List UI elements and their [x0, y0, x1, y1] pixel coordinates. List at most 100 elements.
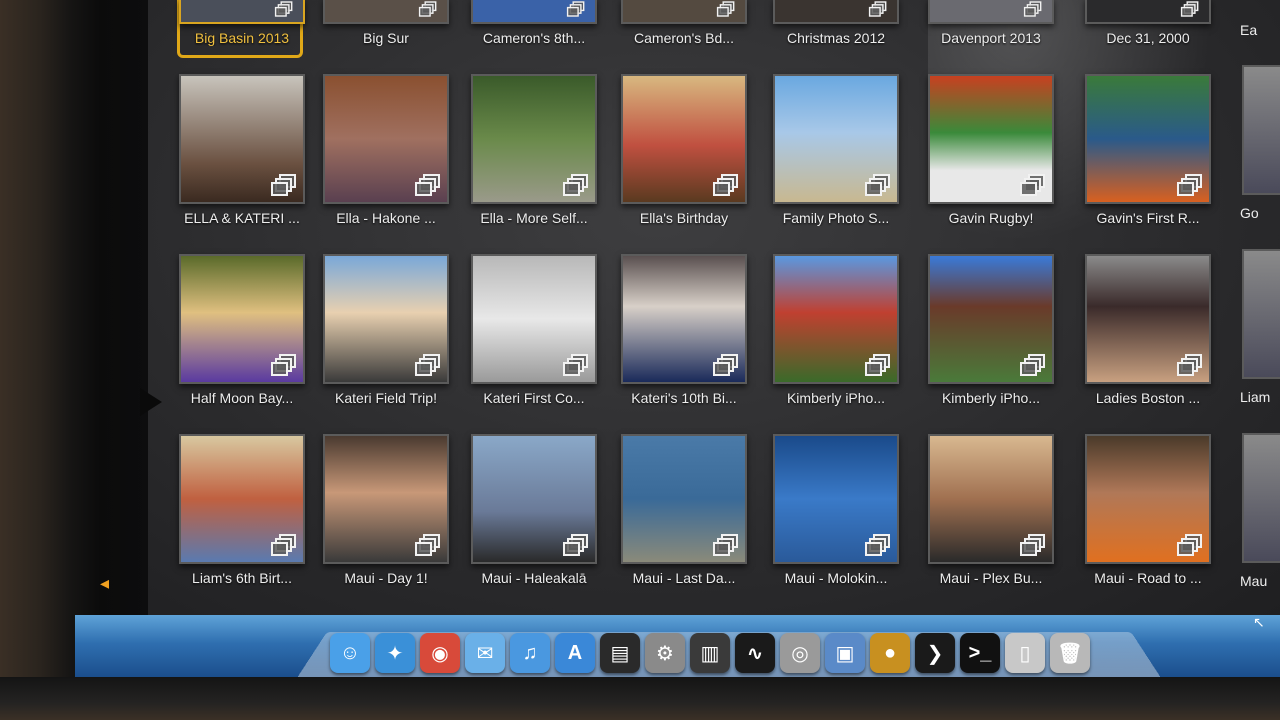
album-thumbnail-partial[interactable] [1242, 433, 1280, 563]
album-title: Maui - Last Da... [632, 570, 736, 586]
album-thumbnail[interactable] [773, 0, 899, 24]
app-store-icon[interactable]: A [555, 633, 595, 673]
album-tile[interactable]: Cameron's 8th... [471, 0, 597, 46]
album-tile[interactable]: Liam's 6th Birt... [179, 434, 305, 586]
album-title: Gavin's First R... [1096, 210, 1200, 226]
album-tile[interactable]: Ella - More Self... [471, 74, 597, 226]
album-tile[interactable]: Family Photo S... [773, 74, 899, 226]
album-title: Maui - Plex Bu... [939, 570, 1043, 586]
chrome-icon[interactable]: ◉ [420, 633, 460, 673]
messages-icon[interactable]: ✉ [465, 633, 505, 673]
photo-stack-icon [418, 1, 437, 17]
plex-media-icon[interactable]: ❯ [915, 633, 955, 673]
album-thumbnail[interactable] [179, 434, 305, 564]
album-thumbnail[interactable] [471, 434, 597, 564]
album-thumbnail[interactable] [1085, 434, 1211, 564]
finder-icon[interactable]: ☺ [330, 633, 370, 673]
console-icon[interactable]: ▤ [600, 633, 640, 673]
photo-stack-icon [1180, 1, 1199, 17]
album-tile[interactable]: Half Moon Bay... [179, 254, 305, 406]
album-tile[interactable]: Davenport 2013 [928, 0, 1054, 46]
photo-stack-icon [563, 354, 589, 376]
photo-albums-grid: Big Basin 2013 Big Sur Cameron's 8th... Cam… [148, 0, 1280, 615]
album-tile[interactable]: Kimberly iPho... [773, 254, 899, 406]
album-tile[interactable]: Maui - Haleakalā [471, 434, 597, 586]
monitor-bezel-left [0, 0, 150, 690]
album-thumbnail[interactable] [471, 0, 597, 24]
album-tile[interactable]: Kateri Field Trip! [323, 254, 449, 406]
album-thumbnail[interactable] [621, 0, 747, 24]
system-preferences-icon[interactable]: ⚙ [645, 633, 685, 673]
photo-stack-icon [274, 1, 293, 17]
plex-icon[interactable]: ● [870, 633, 910, 673]
album-thumbnail[interactable] [1085, 74, 1211, 204]
album-thumbnail[interactable] [621, 254, 747, 384]
photo-stack-icon [415, 534, 441, 556]
album-tile[interactable]: Maui - Last Da... [621, 434, 747, 586]
documents-stack-icon[interactable]: ▯ [1005, 633, 1045, 673]
album-tile[interactable]: Maui - Road to ... [1085, 434, 1211, 586]
album-tile[interactable]: Kateri First Co... [471, 254, 597, 406]
album-title: Ella's Birthday [639, 210, 729, 226]
album-thumbnail[interactable] [928, 74, 1054, 204]
album-title: ELLA & KATERI ... [184, 210, 300, 226]
album-thumbnail[interactable] [323, 0, 449, 24]
album-tile[interactable]: Cameron's Bd... [621, 0, 747, 46]
album-thumbnail[interactable] [179, 0, 305, 24]
album-thumbnail[interactable] [179, 74, 305, 204]
album-tile[interactable]: Maui - Molokin... [773, 434, 899, 586]
album-tile[interactable]: Christmas 2012 [773, 0, 899, 46]
album-thumbnail[interactable] [323, 254, 449, 384]
album-tile[interactable]: Maui - Plex Bu... [928, 434, 1054, 586]
itunes-icon[interactable]: ♫ [510, 633, 550, 673]
safari-icon[interactable]: ✦ [375, 633, 415, 673]
keyboard-icon[interactable]: ▥ [690, 633, 730, 673]
album-thumbnail[interactable] [471, 74, 597, 204]
album-tile[interactable]: ELLA & KATERI ... [179, 74, 305, 226]
album-tile[interactable]: Dec 31, 2000 [1085, 0, 1211, 46]
album-tile[interactable]: Big Sur [323, 0, 449, 46]
album-thumbnail[interactable] [323, 434, 449, 564]
album-thumbnail[interactable] [323, 74, 449, 204]
sidebar-tab-handle[interactable] [140, 388, 162, 416]
album-tile[interactable]: Ella - Hakone ... [323, 74, 449, 226]
album-thumbnail-partial[interactable] [1242, 249, 1280, 379]
album-thumbnail[interactable] [773, 254, 899, 384]
album-thumbnail[interactable] [928, 0, 1054, 24]
disk-utility-icon[interactable]: ◎ [780, 633, 820, 673]
album-tile[interactable]: Gavin's First R... [1085, 74, 1211, 226]
preview-icon[interactable]: ▣ [825, 633, 865, 673]
album-tile[interactable]: Kimberly iPho... [928, 254, 1054, 406]
album-thumbnail[interactable] [621, 74, 747, 204]
album-title: Kateri Field Trip! [335, 390, 437, 406]
monitor-bezel-bottom [0, 677, 1280, 720]
back-arrow-icon[interactable]: ◂ [100, 573, 109, 594]
album-title-partial: Mau [1240, 573, 1268, 589]
album-title: Liam's 6th Birt... [192, 570, 292, 586]
album-thumbnail[interactable] [928, 254, 1054, 384]
album-tile[interactable]: Ladies Boston ... [1085, 254, 1211, 406]
terminal-icon[interactable]: >_ [960, 633, 1000, 673]
photo-stack-icon [271, 534, 297, 556]
album-thumbnail[interactable] [928, 434, 1054, 564]
album-tile[interactable]: Big Basin 2013 [179, 0, 305, 46]
album-tile[interactable]: Kateri's 10th Bi... [621, 254, 747, 406]
album-thumbnail[interactable] [179, 254, 305, 384]
album-tile[interactable]: Gavin Rugby! [928, 74, 1054, 226]
album-thumbnail[interactable] [471, 254, 597, 384]
album-thumbnail[interactable] [1085, 0, 1211, 24]
album-thumbnail[interactable] [773, 434, 899, 564]
album-title: Christmas 2012 [786, 30, 886, 46]
photo-stack-icon [1177, 354, 1203, 376]
album-thumbnail[interactable] [773, 74, 899, 204]
album-title: Big Sur [363, 30, 409, 46]
trash-icon[interactable]: 🗑 [1050, 633, 1090, 673]
album-title: Ella - More Self... [480, 210, 588, 226]
album-thumbnail[interactable] [621, 434, 747, 564]
album-thumbnail-partial[interactable] [1242, 65, 1280, 195]
album-title: Ladies Boston ... [1095, 390, 1201, 406]
album-tile[interactable]: Ella's Birthday [621, 74, 747, 226]
activity-monitor-icon[interactable]: ∿ [735, 633, 775, 673]
album-thumbnail[interactable] [1085, 254, 1211, 384]
album-tile[interactable]: Maui - Day 1! [323, 434, 449, 586]
